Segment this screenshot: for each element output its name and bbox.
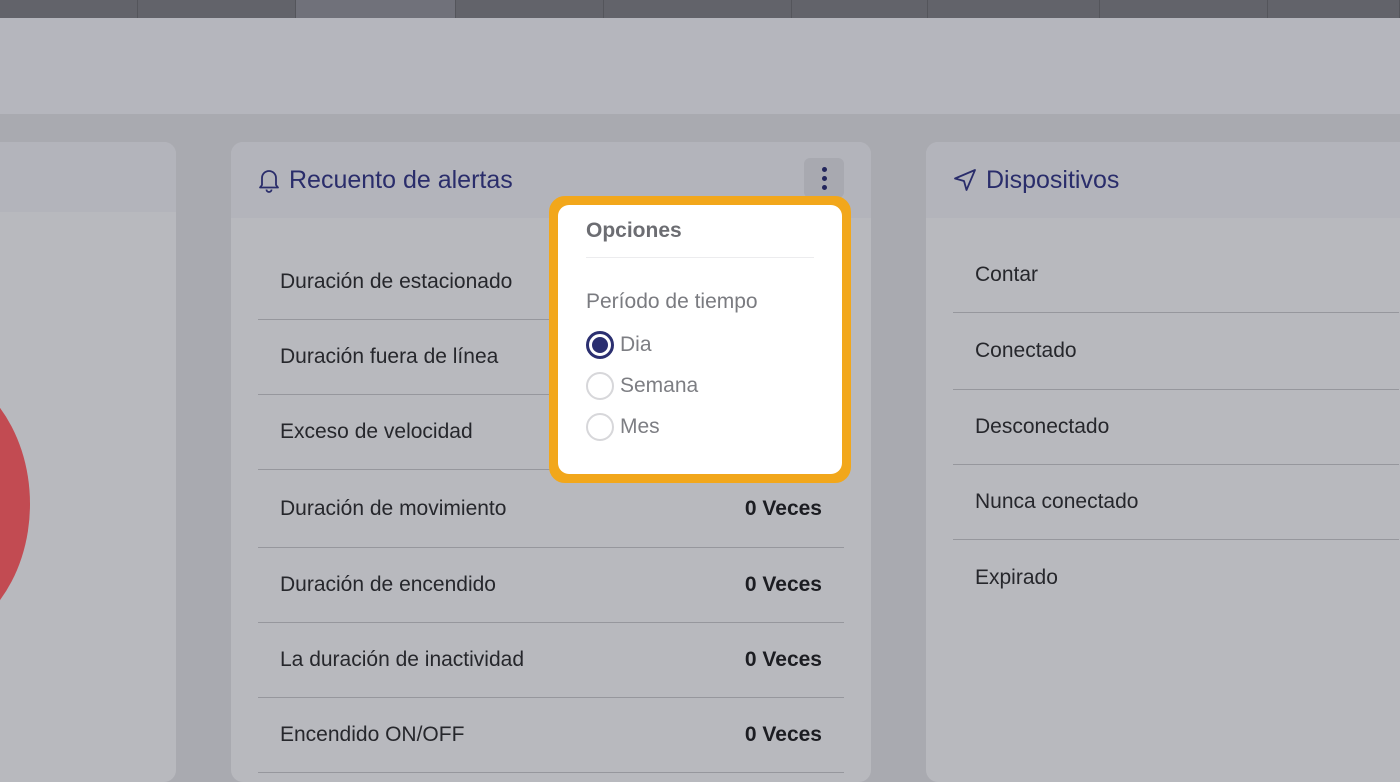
devices-list: Contar Conectado Desconectado Nunca cone… [926, 218, 1400, 615]
device-row: Contar [953, 238, 1399, 313]
alert-value: 0 Veces [744, 723, 822, 746]
alert-value: 0 Veces [744, 496, 822, 520]
alert-label: Encendido ON/OFF [280, 723, 465, 746]
alert-row: Duración de encendido 0 Veces [258, 548, 844, 623]
radio-button[interactable] [586, 371, 614, 400]
bell-icon [259, 170, 279, 193]
options-popup: Opciones Período de tiempo Dia Semana Me… [549, 196, 851, 483]
alert-label: Duración de encendido [280, 573, 496, 596]
devices-card-header: Dispositivos [926, 142, 1400, 218]
radio-button-checked[interactable] [586, 330, 614, 359]
tab-segment[interactable] [138, 0, 297, 18]
device-row: Desconectado [953, 390, 1399, 465]
tab-segment[interactable] [296, 0, 457, 18]
device-row: Expirado [953, 540, 1399, 615]
devices-card: Dispositivos Contar Conectado Desconecta… [926, 142, 1400, 782]
device-label: Expirado [975, 565, 1058, 589]
options-popup-panel: Opciones Período de tiempo Dia Semana Me… [558, 205, 842, 474]
tab-segment[interactable] [792, 0, 929, 18]
radio-button[interactable] [586, 412, 614, 441]
alert-label: Exceso de velocidad [280, 420, 473, 443]
device-label: Contar [975, 263, 1039, 286]
alert-value: 0 Veces [744, 573, 822, 596]
tab-segment[interactable] [1100, 0, 1268, 18]
device-row: Conectado [953, 313, 1399, 390]
kebab-menu-icon[interactable] [804, 158, 844, 198]
radio-label: Semana [620, 373, 699, 397]
navigation-arrow-icon [954, 169, 976, 191]
top-tab-strip [0, 0, 1400, 18]
alert-label: Duración de estacionado [280, 270, 513, 293]
radio-label: Dia [620, 332, 652, 356]
device-row: Nunca conectado [953, 465, 1399, 540]
options-title: Opciones [586, 219, 814, 258]
alert-row: Encendido ON/OFF 0 Veces [258, 698, 844, 773]
alert-value: 0 Veces [744, 648, 822, 671]
radio-option-dia[interactable]: Dia [586, 324, 814, 365]
alert-label: La duración de inactividad [280, 648, 525, 671]
alert-label: Duración de movimiento [280, 496, 507, 520]
header-band [0, 18, 1400, 114]
chart-card-header [0, 142, 176, 212]
devices-card-title: Dispositivos [986, 165, 1120, 194]
chart-card [0, 142, 176, 782]
device-label: Nunca conectado [975, 490, 1139, 513]
tab-segment[interactable] [456, 0, 605, 18]
radio-option-mes[interactable]: Mes [586, 406, 814, 447]
device-label: Conectado [975, 339, 1077, 362]
pie-chart-slice [0, 364, 30, 644]
device-label: Desconectado [975, 415, 1110, 438]
tab-segment[interactable] [604, 0, 792, 18]
tab-segment[interactable] [928, 0, 1100, 18]
alert-row: La duración de inactividad 0 Veces [258, 623, 844, 698]
tab-segment[interactable] [1268, 0, 1400, 18]
radio-label: Mes [620, 414, 660, 438]
radio-option-semana[interactable]: Semana [586, 365, 814, 406]
alert-label: Duración fuera de línea [280, 345, 499, 368]
tab-segment[interactable] [0, 0, 139, 18]
alerts-card-title: Recuento de alertas [289, 165, 513, 194]
time-period-label: Período de tiempo [586, 290, 758, 313]
